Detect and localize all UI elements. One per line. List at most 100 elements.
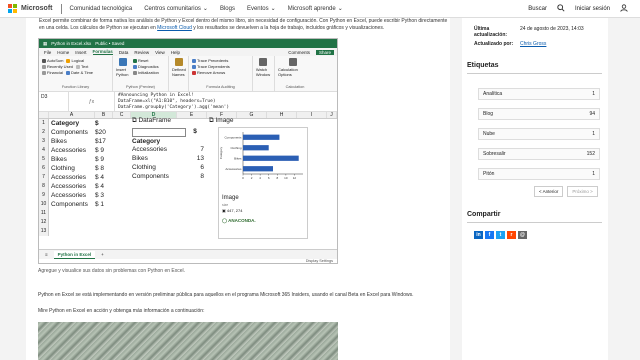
reddit-icon[interactable]: r bbox=[507, 231, 516, 239]
tab-insert[interactable]: Insert bbox=[75, 50, 86, 55]
row-number[interactable]: 2 bbox=[39, 128, 49, 137]
row-number[interactable]: 3 bbox=[39, 137, 49, 146]
reset-button[interactable]: Reset bbox=[133, 58, 159, 63]
tab-formulas[interactable]: Formulas bbox=[92, 49, 113, 55]
tab-home[interactable]: Home bbox=[57, 50, 69, 55]
cell-value[interactable]: $20 bbox=[95, 129, 113, 136]
row-number[interactable]: 9 bbox=[39, 191, 49, 200]
row-number[interactable]: 10 bbox=[39, 200, 49, 209]
tab-view[interactable]: View bbox=[155, 50, 165, 55]
label-item[interactable]: Analítica 1 bbox=[478, 88, 600, 100]
display-settings-button[interactable]: Display Settings bbox=[306, 259, 333, 263]
initialization-button[interactable]: Initialization bbox=[133, 70, 159, 75]
search-button[interactable]: Buscar bbox=[528, 6, 547, 12]
row-number[interactable]: 6 bbox=[39, 164, 49, 173]
cell-value[interactable]: $ 1 bbox=[95, 201, 113, 208]
fx-icon[interactable]: ƒx bbox=[69, 92, 115, 111]
calculation-options-button[interactable]: Calculation Options bbox=[278, 58, 308, 77]
nav-site-name[interactable]: Comunidad tecnológica bbox=[70, 6, 133, 12]
add-sheet-icon[interactable]: + bbox=[101, 252, 104, 257]
column-header[interactable]: A bbox=[49, 112, 95, 118]
column-header[interactable]: H bbox=[267, 112, 297, 118]
column-header[interactable]: B bbox=[95, 112, 113, 118]
user-icon[interactable] bbox=[620, 3, 628, 14]
date-time-button[interactable]: Date & Time bbox=[66, 70, 93, 75]
cell-value[interactable]: $ 3 bbox=[95, 192, 113, 199]
column-header[interactable]: J bbox=[327, 112, 337, 118]
label-item[interactable]: Sobresalir 152 bbox=[478, 148, 600, 160]
autosum-button[interactable]: AutoSum bbox=[42, 58, 63, 63]
search-icon[interactable] bbox=[557, 3, 565, 14]
worksheet-grid[interactable]: A B C D E F G H I J 1 Category $ 2 Componen… bbox=[39, 112, 337, 249]
facebook-icon[interactable]: f bbox=[485, 231, 494, 239]
cell-category[interactable]: Accessories bbox=[49, 147, 95, 154]
tab-data[interactable]: Data bbox=[119, 50, 129, 55]
diagnostics-button[interactable]: Diagnostics bbox=[133, 64, 159, 69]
row-number[interactable]: 5 bbox=[39, 155, 49, 164]
row-number[interactable]: 4 bbox=[39, 146, 49, 155]
defined-names-button[interactable]: Defined Names bbox=[172, 58, 186, 77]
brand-name[interactable]: Microsoft bbox=[21, 5, 53, 12]
sheet-tab-python-in-excel[interactable]: Python in Excel bbox=[53, 250, 96, 259]
share-button[interactable]: Share bbox=[315, 49, 334, 55]
nav-item-community-hubs[interactable]: Centros comunitarios ⌄ bbox=[144, 5, 208, 13]
next-button[interactable]: Próximo > bbox=[567, 186, 598, 197]
cell-value[interactable]: $ 9 bbox=[95, 147, 113, 154]
cell-value[interactable]: $ 9 bbox=[95, 156, 113, 163]
row-number[interactable]: 13 bbox=[39, 227, 49, 236]
label-item[interactable]: Blog 94 bbox=[478, 108, 600, 120]
image-card[interactable]: Components Clothing Bikes Accessories 0 2 4 6 8 1… bbox=[218, 127, 308, 239]
microsoft-logo-icon[interactable] bbox=[8, 4, 17, 13]
column-header[interactable]: E bbox=[177, 112, 207, 118]
watch-window-button[interactable]: Watch Window bbox=[256, 58, 270, 77]
cell-category[interactable]: Components bbox=[49, 201, 95, 208]
financial-button[interactable]: Financial bbox=[42, 70, 63, 75]
video-thumbnail[interactable] bbox=[38, 322, 338, 360]
text-button[interactable]: Text bbox=[76, 64, 88, 69]
cell-category[interactable]: Accessories bbox=[49, 183, 95, 190]
linkedin-icon[interactable]: in bbox=[474, 231, 483, 239]
label-item[interactable]: Nube 1 bbox=[478, 128, 600, 140]
comments-button[interactable]: Comments bbox=[288, 50, 310, 55]
trace-dependents-button[interactable]: Trace Dependents bbox=[192, 64, 249, 69]
nav-item-learn[interactable]: Microsoft aprende ⌄ bbox=[288, 5, 343, 13]
select-all-corner[interactable] bbox=[39, 112, 49, 118]
twitter-icon[interactable]: t bbox=[496, 231, 505, 239]
cell-category[interactable]: Clothing bbox=[49, 165, 95, 172]
column-header[interactable]: I bbox=[297, 112, 327, 118]
cell-value[interactable]: $ bbox=[95, 120, 113, 127]
nav-item-events[interactable]: Eventos ⌄ bbox=[247, 5, 276, 13]
cell-category[interactable]: Components bbox=[49, 129, 95, 136]
remove-arrows-button[interactable]: Remove Arrows bbox=[192, 70, 249, 75]
row-number[interactable]: 11 bbox=[39, 209, 49, 218]
python-code-editor[interactable]: #Announcing Python in Excel! DataFrame=xl… bbox=[115, 92, 232, 111]
logical-button[interactable]: Logical bbox=[66, 58, 84, 63]
previous-button[interactable]: < Anterior bbox=[534, 186, 564, 197]
cell-category[interactable]: Category bbox=[49, 120, 95, 127]
cell-value[interactable]: $ 4 bbox=[95, 174, 113, 181]
cell-category[interactable]: Bikes bbox=[49, 138, 95, 145]
signin-link[interactable]: Iniciar sesión bbox=[575, 6, 610, 12]
image-card-label[interactable]: ⧉ Image bbox=[209, 117, 234, 125]
cell-value[interactable]: $ 8 bbox=[95, 165, 113, 172]
microsoft-cloud-link[interactable]: Microsoft Cloud bbox=[157, 25, 192, 31]
dataframe-table[interactable]: $ Category Accessories 7 Bikes 13 Clothing… bbox=[132, 128, 206, 196]
cell-category[interactable]: Bikes bbox=[49, 156, 95, 163]
cell-value[interactable]: $17 bbox=[95, 138, 113, 145]
tab-help[interactable]: Help bbox=[171, 50, 180, 55]
insert-python-button[interactable]: Insert Python bbox=[116, 58, 130, 77]
cell-category[interactable]: Accessories bbox=[49, 192, 95, 199]
label-item[interactable]: Pitón 1 bbox=[478, 168, 600, 180]
cell-value[interactable]: $ 4 bbox=[95, 183, 113, 190]
nav-item-blogs[interactable]: Blogs bbox=[220, 6, 235, 12]
email-icon[interactable]: @ bbox=[518, 231, 527, 239]
column-header[interactable]: C bbox=[113, 112, 131, 118]
dataframe-card-label[interactable]: ⧉ DataFrame bbox=[132, 117, 171, 125]
trace-precedents-button[interactable]: Trace Precedents bbox=[192, 58, 249, 63]
author-link[interactable]: Chris Gross bbox=[520, 41, 546, 47]
sheet-nav-icon[interactable]: ≡ bbox=[45, 252, 48, 257]
column-header[interactable]: G bbox=[237, 112, 267, 118]
tab-file[interactable]: File bbox=[44, 50, 51, 55]
row-number[interactable]: 8 bbox=[39, 182, 49, 191]
recently-used-button[interactable]: Recently Used bbox=[42, 64, 73, 69]
